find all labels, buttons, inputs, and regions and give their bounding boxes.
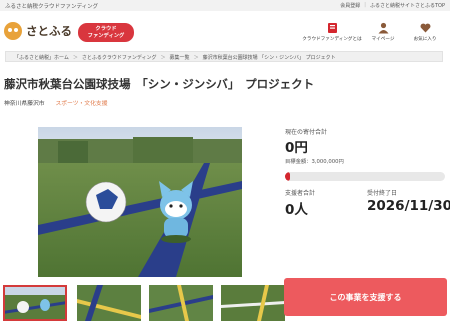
nav-mypage-label: マイページ: [371, 37, 395, 42]
site-tagline: ふるさと納税クラウドファンディング: [5, 4, 99, 10]
book-icon: [327, 23, 337, 33]
breadcrumb-separator: ＞: [160, 55, 166, 61]
project-title: 藤沢市秋葉台公園球技場 「シン・ジンシバ」 プロジェクト: [4, 77, 315, 91]
goal-amount: 目標金額：3,000,000円: [285, 159, 344, 165]
site-header: さとふる クラウド ファンディング クラウドファンディングとは マイページ お気…: [0, 11, 450, 45]
thumbnail-1[interactable]: [3, 285, 67, 321]
funding-progress-bar: [285, 172, 445, 181]
register-link[interactable]: 会員登録: [340, 2, 360, 9]
end-date-value: 2026/11/30: [367, 198, 450, 214]
breadcrumb-separator: ＞: [193, 55, 199, 61]
nav-about-label: クラウドファンディングとは: [302, 37, 362, 42]
nav-mypage[interactable]: マイページ: [362, 22, 404, 42]
thumbnail-photo: [3, 285, 67, 321]
photo-thumbnails: [3, 285, 285, 322]
breadcrumb-crowdfunding[interactable]: さとふるクラウドファンディング: [82, 54, 157, 61]
breadcrumb-current: 藤沢市秋葉台公園球技場 「シン・ジンシバ」 プロジェクト: [202, 55, 336, 61]
top-link-separator: |: [364, 2, 366, 8]
logo-text: さとふる: [26, 24, 72, 38]
header-nav: クラウドファンディングとは マイページ お気に入り: [302, 22, 446, 42]
satofull-top-link[interactable]: ふるさと納税サイトさとふるTOP: [370, 2, 445, 9]
funding-progress-fill: [285, 172, 290, 181]
breadcrumb-area: 「ふるさと納税」ホーム ＞ さとふるクラウドファンディング ＞ 募集一覧 ＞ 藤…: [0, 45, 450, 67]
donation-total-value: 0円: [285, 140, 308, 156]
support-project-button[interactable]: この事業を支援する: [284, 278, 447, 316]
end-date-label: 受付終了日: [367, 190, 398, 197]
thumbnail-3[interactable]: [149, 285, 213, 321]
main-project-photo: [38, 127, 242, 277]
project-prefecture[interactable]: 神奈川県藤沢市: [4, 101, 45, 107]
top-links: 会員登録 | ふるさと納税サイトさとふるTOP: [340, 2, 445, 9]
nav-favorites-label: お気に入り: [413, 37, 437, 42]
breadcrumb-separator: ＞: [72, 55, 78, 61]
satofull-logo-icon: [4, 22, 22, 40]
thumbnail-photo: [77, 285, 141, 321]
nav-about-crowdfunding[interactable]: クラウドファンディングとは: [302, 22, 362, 42]
crowdfunding-badge[interactable]: クラウド ファンディング: [78, 23, 134, 42]
heart-icon: [420, 23, 430, 33]
breadcrumb-list: 「ふるさと納税」ホーム ＞ さとふるクラウドファンディング ＞ 募集一覧 ＞ 藤…: [14, 54, 336, 61]
project-meta: 神奈川県藤沢市 スポーツ・文化支援: [4, 98, 108, 107]
supporters-label: 支援者合計: [285, 190, 316, 197]
donation-total-label: 現在の寄付合計: [285, 129, 328, 136]
breadcrumb-home[interactable]: 「ふるさと納税」ホーム: [14, 54, 69, 61]
thumbnail-photo: [221, 285, 285, 321]
supporters-value: 0人: [285, 202, 308, 218]
user-icon: [378, 22, 388, 34]
top-bar: ふるさと納税クラウドファンディング 会員登録 | ふるさと納税サイトさとふるTO…: [0, 0, 450, 11]
project-category[interactable]: スポーツ・文化支援: [55, 101, 107, 107]
thumbnail-2[interactable]: [77, 285, 141, 321]
site-logo[interactable]: さとふる: [4, 22, 72, 40]
thumbnail-photo: [149, 285, 213, 321]
breadcrumb: 「ふるさと納税」ホーム ＞ さとふるクラウドファンディング ＞ 募集一覧 ＞ 藤…: [5, 51, 443, 62]
thumbnail-4[interactable]: [221, 285, 285, 321]
turf-field-photo: [38, 127, 242, 277]
nav-favorites[interactable]: お気に入り: [404, 22, 446, 42]
breadcrumb-list[interactable]: 募集一覧: [170, 54, 190, 61]
